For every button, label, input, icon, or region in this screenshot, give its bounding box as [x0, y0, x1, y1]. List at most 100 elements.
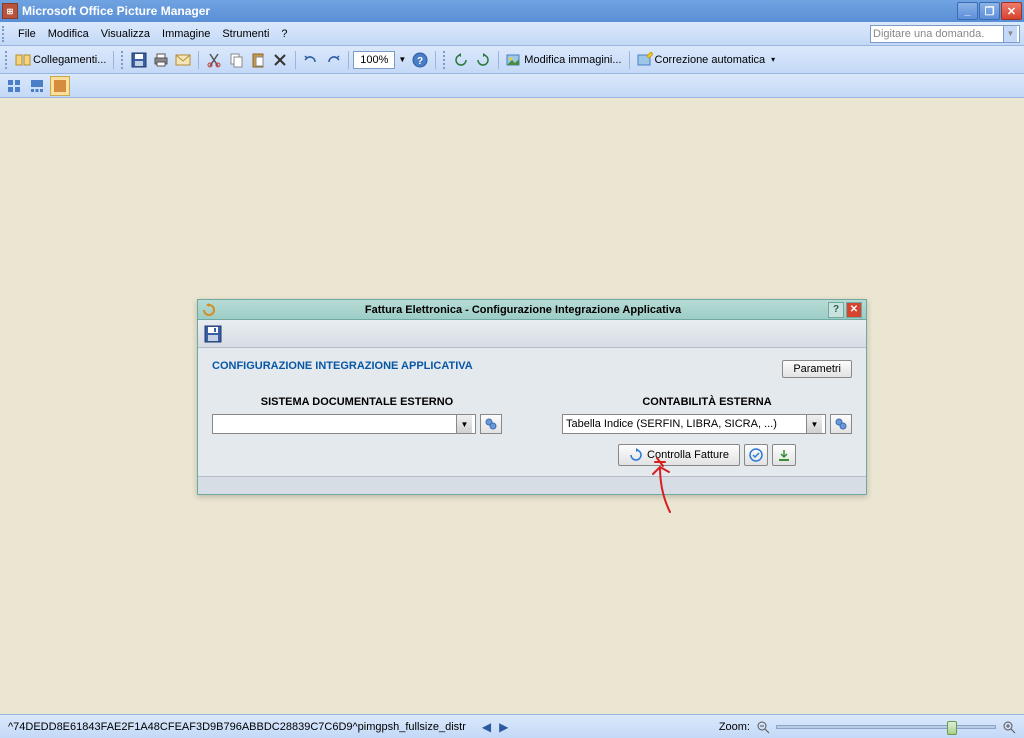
edit-images-button[interactable]: Modifica immagini...	[503, 50, 624, 70]
view-bar	[0, 74, 1024, 98]
dialog-toolbar	[198, 320, 866, 348]
grip-handle[interactable]	[121, 51, 125, 69]
toolbar: Collegamenti... ▼ ? Modifica immagini...…	[0, 46, 1024, 74]
undo-icon	[303, 52, 319, 68]
help-search[interactable]: Digitare una domanda. ▼	[870, 25, 1020, 43]
delete-icon	[272, 52, 288, 68]
svg-text:?: ?	[417, 56, 423, 67]
window-titlebar: ⊞ Microsoft Office Picture Manager _ ❐ ✕	[0, 0, 1024, 22]
chevron-down-icon[interactable]: ▼	[806, 415, 822, 433]
zoom-input[interactable]	[353, 51, 395, 69]
shortcuts-button[interactable]: Collegamenti...	[12, 50, 109, 70]
cut-button[interactable]	[203, 50, 225, 70]
save-icon	[131, 52, 147, 68]
zoom-label: Zoom:	[719, 721, 750, 733]
check-icon	[749, 448, 763, 462]
zoom-dropdown[interactable]: ▼	[395, 53, 409, 66]
single-icon	[53, 79, 67, 93]
sistema-documentale-combo[interactable]: ▼	[212, 414, 476, 434]
shortcuts-icon	[15, 52, 31, 68]
grip-handle[interactable]	[2, 26, 6, 42]
rotate-left-icon	[453, 52, 469, 68]
controlla-label: Controlla Fatture	[647, 449, 729, 461]
minimize-button[interactable]: _	[957, 2, 978, 20]
dialog-titlebar: Fattura Elettronica - Configurazione Int…	[198, 300, 866, 320]
menu-strumenti[interactable]: Strumenti	[216, 26, 275, 42]
menu-modifica[interactable]: Modifica	[42, 26, 95, 42]
download-button[interactable]	[772, 444, 796, 466]
save-button[interactable]	[128, 50, 150, 70]
mail-icon	[175, 52, 191, 68]
thumbnail-view-button[interactable]	[4, 76, 24, 96]
autocorrect-label: Correzione automatica	[655, 54, 766, 66]
dialog-footer	[198, 476, 866, 494]
mail-button[interactable]	[172, 50, 194, 70]
redo-icon	[325, 52, 341, 68]
contabilita-link-button[interactable]	[830, 414, 852, 434]
zoom-slider-thumb[interactable]	[947, 721, 957, 735]
autocorrect-button[interactable]: Correzione automatica	[634, 50, 769, 70]
help-search-placeholder: Digitare una domanda.	[873, 28, 984, 40]
menu-help[interactable]: ?	[275, 26, 293, 42]
contabilita-combo[interactable]: Tabella Indice (SERFIN, LIBRA, SICRA, ..…	[562, 414, 826, 434]
dialog-close-button[interactable]: ✕	[846, 302, 862, 318]
chevron-down-icon[interactable]: ▼	[456, 415, 472, 433]
print-button[interactable]	[150, 50, 172, 70]
fattura-dialog: Fattura Elettronica - Configurazione Int…	[197, 299, 867, 495]
zoom-in-button[interactable]	[1002, 720, 1016, 734]
single-view-button[interactable]	[50, 76, 70, 96]
refresh-icon	[202, 303, 216, 317]
chevron-down-icon[interactable]: ▼	[1003, 26, 1017, 42]
delete-button[interactable]	[269, 50, 291, 70]
filmstrip-view-button[interactable]	[27, 76, 47, 96]
link-icon	[834, 417, 848, 431]
redo-button[interactable]	[322, 50, 344, 70]
parametri-button[interactable]: Parametri	[782, 360, 852, 378]
dialog-heading: CONFIGURAZIONE INTEGRAZIONE APPLICATIVA	[212, 360, 473, 372]
maximize-button[interactable]: ❐	[979, 2, 1000, 20]
cut-icon	[206, 52, 222, 68]
menu-bar: File Modifica Visualizza Immagine Strume…	[0, 22, 1024, 46]
menu-file[interactable]: File	[12, 26, 42, 42]
app-icon: ⊞	[2, 3, 18, 19]
prev-image-button[interactable]: ◀	[482, 720, 491, 734]
grip-handle[interactable]	[5, 51, 9, 69]
dialog-body: CONFIGURAZIONE INTEGRAZIONE APPLICATIVA …	[198, 348, 866, 476]
close-button[interactable]: ✕	[1001, 2, 1022, 20]
sistema-documentale-column: SISTEMA DOCUMENTALE ESTERNO ▼	[212, 396, 502, 466]
col-right-label: CONTABILITÀ ESTERNA	[562, 396, 852, 408]
toolbar-overflow[interactable]: ▾	[768, 53, 778, 66]
menu-visualizza[interactable]: Visualizza	[95, 26, 156, 42]
contabilita-value: Tabella Indice (SERFIN, LIBRA, SICRA, ..…	[566, 418, 777, 430]
rotate-right-button[interactable]	[472, 50, 494, 70]
link-icon	[484, 417, 498, 431]
autocorrect-icon	[637, 52, 653, 68]
rotate-right-icon	[475, 52, 491, 68]
undo-button[interactable]	[300, 50, 322, 70]
edit-images-label: Modifica immagini...	[524, 54, 621, 66]
controlla-fatture-button[interactable]: Controlla Fatture	[618, 444, 740, 466]
edit-images-icon	[506, 52, 522, 68]
zoom-slider[interactable]	[776, 725, 996, 729]
contabilita-column: CONTABILITÀ ESTERNA Tabella Indice (SERF…	[562, 396, 852, 466]
sistema-link-button[interactable]	[480, 414, 502, 434]
grip-handle[interactable]	[443, 51, 447, 69]
refresh-icon	[629, 448, 643, 462]
dialog-save-button[interactable]	[204, 325, 222, 343]
col-left-label: SISTEMA DOCUMENTALE ESTERNO	[212, 396, 502, 408]
dialog-help-button[interactable]: ?	[828, 302, 844, 318]
check-button[interactable]	[744, 444, 768, 466]
zoom-out-button[interactable]	[756, 720, 770, 734]
window-title: Microsoft Office Picture Manager	[22, 4, 210, 18]
filmstrip-icon	[30, 79, 44, 93]
help-button[interactable]: ?	[409, 50, 431, 70]
copy-button[interactable]	[225, 50, 247, 70]
next-image-button[interactable]: ▶	[499, 720, 508, 734]
menu-immagine[interactable]: Immagine	[156, 26, 216, 42]
print-icon	[153, 52, 169, 68]
paste-button[interactable]	[247, 50, 269, 70]
paste-icon	[250, 52, 266, 68]
rotate-left-button[interactable]	[450, 50, 472, 70]
help-icon: ?	[412, 52, 428, 68]
status-bar: ^74DEDD8E61843FAE2F1A48CFEAF3D9B796ABBDC…	[0, 714, 1024, 738]
